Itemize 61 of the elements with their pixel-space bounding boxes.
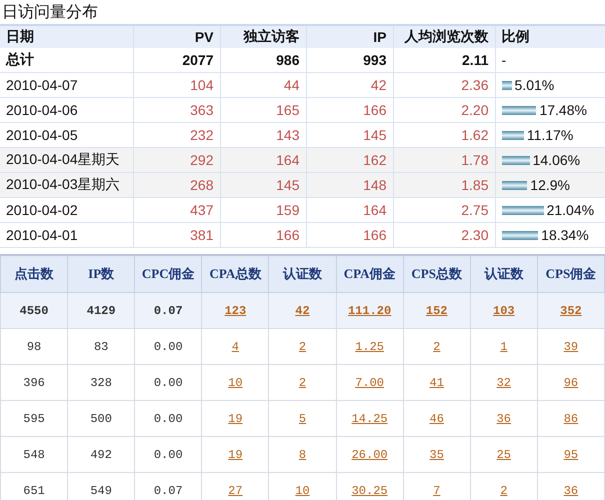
column-header: CPS总数 bbox=[403, 255, 470, 292]
table-cell: 381 bbox=[133, 222, 220, 248]
column-header: 点击数 bbox=[0, 255, 68, 292]
table-link[interactable]: 36 bbox=[496, 412, 512, 426]
column-header: 认证数 bbox=[470, 255, 538, 292]
table-link[interactable]: 39 bbox=[564, 340, 578, 354]
column-header: 认证数 bbox=[268, 255, 336, 292]
column-header: CPA总数 bbox=[202, 255, 269, 292]
table-link[interactable]: 35 bbox=[430, 448, 444, 462]
table-link[interactable]: 25 bbox=[496, 448, 512, 462]
table-link[interactable]: 27 bbox=[228, 484, 243, 498]
table-link[interactable]: 7 bbox=[433, 484, 440, 498]
table-link[interactable]: 10 bbox=[295, 484, 310, 498]
ratio-value: 17.48% bbox=[539, 102, 587, 118]
column-header: 人均浏览次数 bbox=[393, 25, 495, 48]
column-header: IP bbox=[306, 25, 393, 48]
column-header: 日期 bbox=[0, 25, 133, 48]
ratio-value: 12.9% bbox=[530, 177, 570, 193]
ratio-value: 11.17% bbox=[526, 127, 574, 143]
column-header: CPC佣金 bbox=[134, 255, 202, 292]
ratio-value: 5.01% bbox=[514, 77, 554, 93]
table-link[interactable]: 32 bbox=[496, 376, 512, 390]
table-link[interactable]: 123 bbox=[224, 304, 246, 318]
ratio-value: 21.04% bbox=[546, 202, 594, 218]
table-link[interactable]: 96 bbox=[564, 376, 578, 390]
table-link[interactable]: 2 bbox=[298, 376, 306, 390]
column-header: CPS佣金 bbox=[537, 255, 604, 292]
column-header: CPA佣金 bbox=[336, 255, 404, 292]
column-header: 独立访客 bbox=[220, 25, 306, 48]
table-link[interactable]: 2 bbox=[500, 484, 508, 498]
column-header: 比例 bbox=[495, 25, 605, 48]
table-link[interactable]: 46 bbox=[430, 412, 444, 426]
table-link[interactable]: 2 bbox=[433, 340, 440, 354]
table-link[interactable]: 1 bbox=[500, 340, 508, 354]
table-cell: 166 bbox=[220, 222, 306, 248]
table-link[interactable]: 4 bbox=[232, 340, 239, 354]
table-link[interactable]: 19 bbox=[228, 448, 243, 462]
table-link[interactable]: 103 bbox=[493, 304, 515, 318]
ratio-value: 18.34% bbox=[541, 227, 589, 243]
section-title: 日访问量分布 bbox=[1, 2, 99, 23]
table-link[interactable]: 8 bbox=[298, 448, 306, 462]
table-link[interactable]: 95 bbox=[564, 448, 578, 462]
table-link[interactable]: 10 bbox=[228, 376, 243, 390]
table-link[interactable]: 41 bbox=[430, 376, 444, 390]
table-cell: 166 bbox=[306, 222, 393, 248]
table-link[interactable]: 5 bbox=[298, 412, 306, 426]
table-cell: 2.30 bbox=[393, 222, 495, 248]
table-link[interactable]: 2 bbox=[298, 340, 306, 354]
table-link[interactable]: 86 bbox=[564, 412, 578, 426]
ratio-value: 14.06% bbox=[532, 152, 580, 168]
table-cell: 651 bbox=[0, 472, 68, 500]
table-link[interactable]: 1.25 bbox=[355, 340, 384, 354]
table-link[interactable]: 152 bbox=[426, 304, 448, 318]
table-link[interactable]: 7.00 bbox=[355, 376, 384, 390]
table-link[interactable]: 36 bbox=[564, 484, 578, 498]
column-header: PV bbox=[133, 25, 220, 48]
table-link[interactable]: 42 bbox=[295, 304, 310, 318]
column-header: IP数 bbox=[68, 255, 135, 292]
table-link[interactable]: 19 bbox=[228, 412, 243, 426]
table-cell: 2010-04-01 bbox=[0, 222, 133, 248]
table-link[interactable]: 352 bbox=[560, 304, 582, 318]
